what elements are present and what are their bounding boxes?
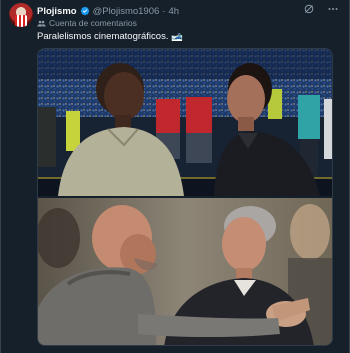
post-text: Paralelismos cinematográficos. 🎿	[37, 31, 183, 42]
author-name[interactable]: Plojismo	[37, 6, 77, 17]
post-media[interactable]	[37, 48, 333, 346]
grok-icon[interactable]	[303, 3, 315, 15]
community-label: Cuenta de comentarios	[49, 18, 137, 28]
separator-dot: ·	[162, 5, 166, 17]
post-header: Plojismo @Plojismo1906 · 4h	[37, 4, 341, 18]
community-context[interactable]: Cuenta de comentarios	[37, 17, 137, 29]
verified-badge-icon	[80, 6, 89, 16]
header-actions	[303, 3, 339, 15]
media-photo-embrace[interactable]	[38, 198, 332, 345]
author-handle[interactable]: @Plojismo1906	[93, 6, 160, 17]
embrace-photo	[38, 198, 332, 345]
media-photo-stadium[interactable]	[38, 49, 332, 196]
stadium-photo	[38, 49, 332, 196]
post-time[interactable]: 4h	[168, 6, 179, 17]
author-avatar[interactable]	[9, 3, 33, 27]
more-options-icon[interactable]	[327, 3, 339, 15]
post[interactable]: Plojismo @Plojismo1906 · 4h Cuenta de co…	[0, 0, 350, 353]
community-icon	[37, 20, 46, 26]
